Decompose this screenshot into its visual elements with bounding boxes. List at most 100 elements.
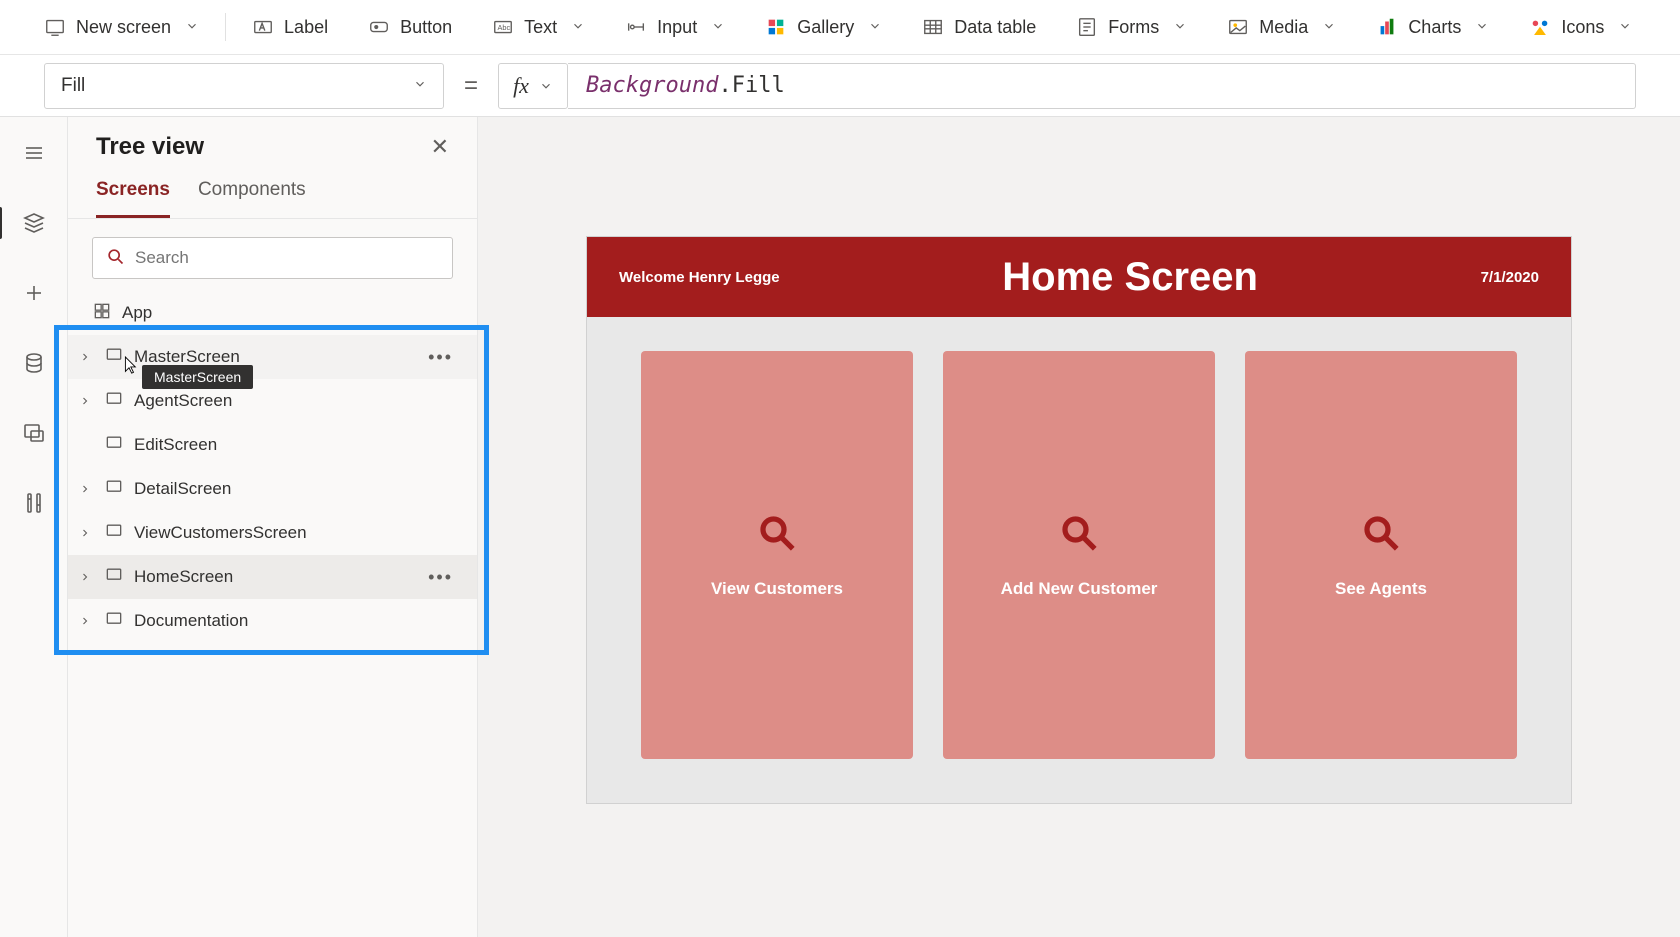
screen-icon bbox=[104, 345, 124, 370]
new-screen-button[interactable]: New screen bbox=[30, 10, 213, 44]
tree-item-app[interactable]: App bbox=[68, 291, 477, 335]
expand-icon[interactable] bbox=[76, 571, 94, 583]
tree-item-label: AgentScreen bbox=[134, 391, 232, 411]
tooltip: MasterScreen bbox=[142, 365, 253, 389]
date-text: 7/1/2020 bbox=[1481, 269, 1539, 286]
formula-object: Background bbox=[586, 73, 718, 98]
screen-icon bbox=[104, 609, 124, 634]
gallery-button[interactable]: Gallery bbox=[751, 10, 896, 44]
tile-add-new-customer[interactable]: Add New Customer bbox=[943, 351, 1215, 759]
chevron-down-icon bbox=[571, 17, 585, 38]
tools-button[interactable] bbox=[12, 481, 56, 525]
text-button[interactable]: Abc Text bbox=[478, 10, 599, 44]
input-label: Input bbox=[657, 17, 697, 38]
formula-dot: . bbox=[718, 73, 731, 98]
forms-label: Forms bbox=[1108, 17, 1159, 38]
fx-label: fx bbox=[513, 73, 529, 99]
formula-bar: Fill = fx Background.Fill bbox=[0, 55, 1680, 117]
screen-icon bbox=[44, 16, 66, 38]
charts-label: Charts bbox=[1408, 17, 1461, 38]
tree-list: App MasterScreen ••• MasterScreen bbox=[68, 291, 477, 937]
screen-icon bbox=[104, 477, 124, 502]
expand-icon[interactable] bbox=[76, 615, 94, 627]
hamburger-button[interactable] bbox=[12, 131, 56, 175]
label-text: Label bbox=[284, 17, 328, 38]
tile-container: View Customers Add New Customer See Agen… bbox=[587, 317, 1571, 803]
property-selector[interactable]: Fill bbox=[44, 63, 444, 109]
tree-search[interactable] bbox=[92, 237, 453, 279]
property-name: Fill bbox=[61, 75, 85, 97]
tree-item-masterscreen[interactable]: MasterScreen ••• MasterScreen bbox=[68, 335, 477, 379]
search-input[interactable] bbox=[135, 248, 440, 268]
chevron-down-icon bbox=[185, 17, 199, 38]
search-icon bbox=[756, 512, 798, 559]
icons-button[interactable]: Icons bbox=[1515, 10, 1646, 44]
tile-view-customers[interactable]: View Customers bbox=[641, 351, 913, 759]
insert-button[interactable] bbox=[12, 271, 56, 315]
home-screen-preview[interactable]: Welcome Henry Legge Home Screen 7/1/2020… bbox=[587, 237, 1571, 803]
canvas[interactable]: Welcome Henry Legge Home Screen 7/1/2020… bbox=[478, 117, 1680, 937]
insert-ribbon: New screen Label Button Abc Text Input G… bbox=[0, 0, 1680, 55]
data-button[interactable] bbox=[12, 341, 56, 385]
search-icon bbox=[1058, 512, 1100, 559]
chevron-down-icon bbox=[1322, 17, 1336, 38]
chevron-down-icon bbox=[1173, 17, 1187, 38]
tree-item-detailscreen[interactable]: DetailScreen bbox=[68, 467, 477, 511]
data-table-button[interactable]: Data table bbox=[908, 10, 1050, 44]
forms-button[interactable]: Forms bbox=[1062, 10, 1201, 44]
left-rail bbox=[0, 117, 68, 937]
expand-icon[interactable] bbox=[76, 527, 94, 539]
tree-item-editscreen[interactable]: EditScreen bbox=[68, 423, 477, 467]
search-icon bbox=[105, 246, 125, 271]
tile-see-agents[interactable]: See Agents bbox=[1245, 351, 1517, 759]
text-icon: Abc bbox=[492, 16, 514, 38]
chevron-down-icon bbox=[539, 73, 553, 99]
equals-sign: = bbox=[458, 72, 484, 100]
screen-icon bbox=[104, 433, 124, 458]
tab-components[interactable]: Components bbox=[198, 171, 306, 218]
new-screen-label: New screen bbox=[76, 17, 171, 38]
formula-input[interactable]: Background.Fill bbox=[568, 63, 1636, 109]
tile-label: Add New Customer bbox=[1001, 579, 1158, 599]
media-icon bbox=[1227, 16, 1249, 38]
tree-view-button[interactable] bbox=[12, 201, 56, 245]
input-button[interactable]: Input bbox=[611, 10, 739, 44]
chevron-down-icon bbox=[868, 17, 882, 38]
charts-button[interactable]: Charts bbox=[1362, 10, 1503, 44]
label-button[interactable]: Label bbox=[238, 10, 342, 44]
svg-text:Abc: Abc bbox=[498, 23, 511, 32]
tree-item-agentscreen[interactable]: AgentScreen bbox=[68, 379, 477, 423]
tree-item-documentation[interactable]: Documentation bbox=[68, 599, 477, 643]
chevron-down-icon bbox=[1618, 17, 1632, 38]
screen-icon bbox=[104, 521, 124, 546]
media-panel-button[interactable] bbox=[12, 411, 56, 455]
text-label: Text bbox=[524, 17, 557, 38]
media-button[interactable]: Media bbox=[1213, 10, 1350, 44]
expand-icon[interactable] bbox=[76, 351, 94, 363]
tree-item-homescreen[interactable]: HomeScreen ••• bbox=[68, 555, 477, 599]
button-text: Button bbox=[400, 17, 452, 38]
tree-item-label: ViewCustomersScreen bbox=[134, 523, 307, 543]
forms-icon bbox=[1076, 16, 1098, 38]
close-icon[interactable]: ✕ bbox=[431, 134, 449, 160]
fx-button[interactable]: fx bbox=[498, 63, 568, 109]
tree-item-viewcustomersscreen[interactable]: ViewCustomersScreen bbox=[68, 511, 477, 555]
search-icon bbox=[1360, 512, 1402, 559]
button-button[interactable]: Button bbox=[354, 10, 466, 44]
charts-icon bbox=[1376, 16, 1398, 38]
screen-icon bbox=[104, 389, 124, 414]
chevron-down-icon bbox=[1475, 17, 1489, 38]
app-header: Welcome Henry Legge Home Screen 7/1/2020 bbox=[587, 237, 1571, 317]
icons-label: Icons bbox=[1561, 17, 1604, 38]
media-label: Media bbox=[1259, 17, 1308, 38]
tab-screens[interactable]: Screens bbox=[96, 171, 170, 218]
tree-item-label: EditScreen bbox=[134, 435, 217, 455]
button-icon bbox=[368, 16, 390, 38]
expand-icon[interactable] bbox=[76, 395, 94, 407]
expand-icon[interactable] bbox=[76, 483, 94, 495]
tree-item-label: Documentation bbox=[134, 611, 248, 631]
tree-item-label: DetailScreen bbox=[134, 479, 231, 499]
tree-view-panel: Tree view ✕ Screens Components App bbox=[68, 117, 478, 937]
more-icon[interactable]: ••• bbox=[424, 347, 457, 368]
more-icon[interactable]: ••• bbox=[424, 567, 457, 588]
